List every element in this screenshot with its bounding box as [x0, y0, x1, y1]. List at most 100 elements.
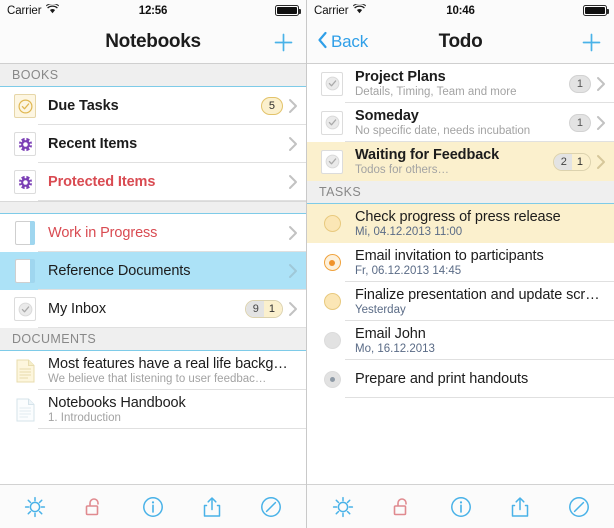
task-circle-open-gold-icon[interactable] [317, 293, 347, 310]
info-icon[interactable] [134, 492, 172, 522]
task-circle-grey-dot-icon[interactable] [317, 370, 347, 388]
task-title: Prepare and print handouts [355, 371, 529, 387]
task-date: Fr, 06.12.2013 14:45 [355, 265, 462, 277]
task-row-email-invitation[interactable]: Email invitation to participants Fr, 06.… [307, 243, 614, 282]
list-item-document-2[interactable]: Notebooks Handbook 1. Introduction [0, 390, 306, 429]
list-item-title: Reference Documents [48, 263, 191, 279]
nav-bar-right: Back Todo [307, 21, 614, 64]
count-badge-total: 9 [245, 301, 264, 317]
list-item-protected-items[interactable]: Protected Items [0, 163, 306, 201]
unlock-icon[interactable] [75, 492, 113, 522]
list-item-title: Waiting for Feedback [355, 147, 500, 163]
chevron-right-icon [288, 98, 298, 114]
list-item-accessories: 9 1 [239, 300, 298, 318]
task-circle-grey-icon[interactable] [317, 332, 347, 349]
list-item-accessories [282, 263, 298, 279]
add-notebook-button[interactable] [271, 30, 296, 55]
task-date: Mo, 16.12.2013 [355, 343, 435, 355]
gear-circle-icon [10, 132, 40, 156]
list-item-recent-items[interactable]: Recent Items [0, 125, 306, 163]
share-icon[interactable] [193, 492, 231, 522]
chevron-right-icon [288, 225, 298, 241]
list-item-accessories: 1 [563, 113, 606, 132]
chevron-right-icon [596, 76, 606, 92]
task-title: Email invitation to participants [355, 248, 544, 264]
task-date: Yesterday [355, 304, 406, 316]
unlock-icon[interactable] [383, 492, 421, 522]
task-title: Check progress of press release [355, 209, 561, 225]
list-item-accessories [282, 225, 298, 241]
compose-icon[interactable] [252, 492, 290, 522]
list-item-due-tasks[interactable]: Due Tasks 5 [0, 87, 306, 125]
chevron-right-icon [288, 136, 298, 152]
list-item-text: Most features have a real life backg… We… [40, 351, 298, 390]
list-item-title: Most features have a real life backg… [48, 356, 288, 372]
task-row-finalize-presentation[interactable]: Finalize presentation and update scr… Ye… [307, 282, 614, 321]
add-todo-button[interactable] [579, 30, 604, 55]
document-blue-icon [10, 398, 40, 422]
list-item-title: Work in Progress [48, 225, 158, 241]
count-badge: 1 [568, 74, 591, 93]
list-item-work-in-progress[interactable]: Work in Progress [0, 214, 306, 252]
clock-label: 12:56 [138, 4, 168, 17]
task-text: Finalize presentation and update scr… Ye… [347, 282, 606, 321]
list-item-subtitle: 1. Introduction [48, 412, 121, 424]
notebook-list[interactable]: BOOKS Due Tasks 5 Recent Items Protected… [0, 64, 306, 484]
chevron-right-icon [596, 154, 606, 170]
list-item-title: Protected Items [48, 174, 156, 190]
list-item-subtitle: Todos for others… [355, 164, 449, 176]
list-item-text: Due Tasks [40, 93, 255, 119]
list-item-text: Work in Progress [40, 220, 282, 246]
task-circle-open-gold-icon[interactable] [317, 215, 347, 232]
phone-left-notebooks: Carrier 12:56 Notebooks BOOKS Due Tasks … [0, 0, 307, 528]
task-title: Finalize presentation and update scr… [355, 287, 600, 303]
list-item-title: Due Tasks [48, 98, 119, 114]
list-item-waiting-for-feedback[interactable]: Waiting for Feedback Todos for others… 2… [307, 142, 614, 181]
section-divider-band [0, 201, 306, 214]
toolbar-right [307, 484, 614, 528]
settings-gear-icon[interactable] [324, 492, 362, 522]
status-bar-left: Carrier 12:56 [0, 0, 306, 21]
dual-phone-screenshot: Carrier 12:56 Notebooks BOOKS Due Tasks … [0, 0, 614, 528]
chevron-left-icon [317, 31, 328, 54]
share-icon[interactable] [501, 492, 539, 522]
task-text: Prepare and print handouts [347, 366, 606, 392]
chevron-right-icon [288, 174, 298, 190]
nav-bar-left: Notebooks [0, 21, 306, 64]
settings-gear-icon[interactable] [16, 492, 54, 522]
list-item-title: Notebooks Handbook [48, 395, 186, 411]
todo-list[interactable]: Project Plans Details, Timing, Team and … [307, 64, 614, 484]
list-item-project-plans[interactable]: Project Plans Details, Timing, Team and … [307, 64, 614, 103]
phone-right-todo: Carrier 10:46 Back Todo Project Plans De… [307, 0, 614, 528]
list-item-text: Waiting for Feedback Todos for others… [347, 142, 547, 181]
count-badge: 5 [260, 97, 283, 115]
task-row-email-john[interactable]: Email John Mo, 16.12.2013 [307, 321, 614, 360]
count-badge: 1 [568, 113, 591, 132]
task-circle-orange-dot-icon[interactable] [317, 254, 347, 271]
gear-circle-icon [10, 170, 40, 194]
list-item-text: Someday No specific date, needs incubati… [347, 103, 563, 142]
task-row-prepare-handouts[interactable]: Prepare and print handouts [307, 360, 614, 398]
compose-icon[interactable] [560, 492, 598, 522]
section-header-books: BOOKS [0, 64, 306, 87]
document-yellow-icon [10, 359, 40, 383]
list-item-subtitle: We believe that listening to user feedba… [48, 373, 267, 385]
count-badge-due: 1 [263, 301, 282, 317]
status-bar-right: Carrier 10:46 [307, 0, 614, 21]
list-item-my-inbox[interactable]: My Inbox 9 1 [0, 290, 306, 328]
battery-icon [583, 5, 609, 16]
battery-icon [275, 5, 301, 16]
list-item-document-1[interactable]: Most features have a real life backg… We… [0, 351, 306, 390]
list-item-text: Protected Items [40, 169, 282, 195]
count-badge-due: 1 [571, 153, 590, 170]
back-button[interactable]: Back [317, 31, 368, 54]
list-item-title: Project Plans [355, 69, 446, 85]
list-item-reference-documents[interactable]: Reference Documents [0, 252, 306, 290]
list-item-accessories: 2 1 [547, 152, 606, 171]
task-text: Email invitation to participants Fr, 06.… [347, 243, 606, 282]
task-row-check-progress[interactable]: Check progress of press release Mi, 04.1… [307, 204, 614, 243]
list-item-text: Project Plans Details, Timing, Team and … [347, 64, 563, 103]
list-item-subtitle: Details, Timing, Team and more [355, 86, 517, 98]
list-item-someday[interactable]: Someday No specific date, needs incubati… [307, 103, 614, 142]
info-icon[interactable] [442, 492, 480, 522]
